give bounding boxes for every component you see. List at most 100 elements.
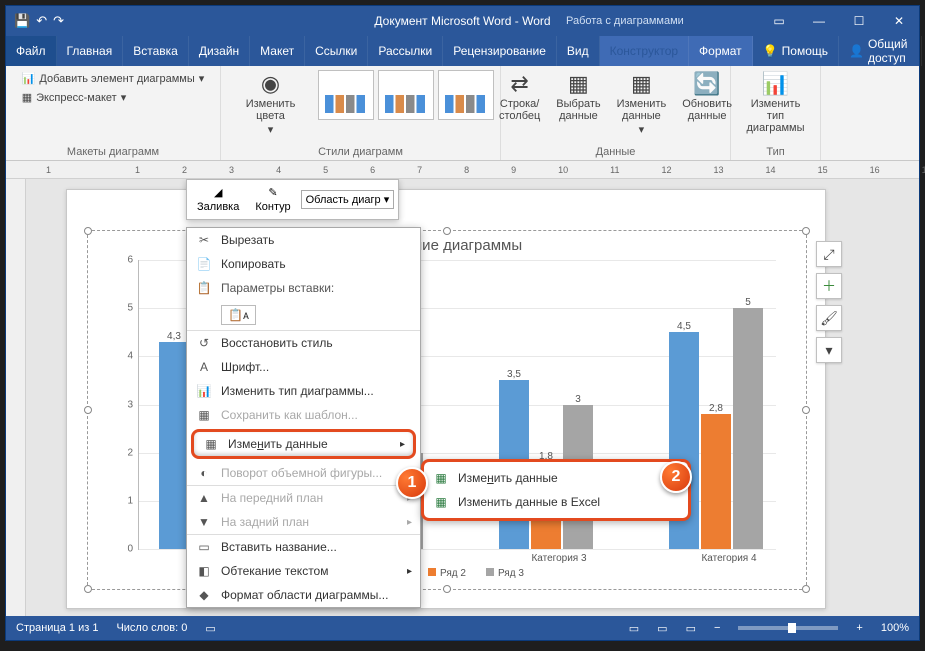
resize-handle[interactable] <box>443 227 451 235</box>
tab-insert[interactable]: Вставка <box>123 36 189 66</box>
view-web-icon[interactable]: ▭ <box>686 622 696 635</box>
menu-save-template: ▦Сохранить как шаблон... <box>187 403 420 427</box>
refresh-icon: 🔄 <box>693 72 720 96</box>
tab-review[interactable]: Рецензирование <box>443 36 557 66</box>
menu-bring-front: ▲На передний план▸ <box>187 486 420 510</box>
resize-handle[interactable] <box>802 406 810 414</box>
chart-style-thumb[interactable] <box>318 70 374 120</box>
horizontal-ruler[interactable]: 11234567891011121314151617 <box>6 161 919 179</box>
outline-button[interactable]: ✎Контур <box>249 184 296 215</box>
tab-design[interactable]: Дизайн <box>189 36 250 66</box>
page: Название диаграммы 01234564,32,42Категор… <box>66 189 826 609</box>
group-label-type: Тип <box>766 144 784 158</box>
tab-references[interactable]: Ссылки <box>305 36 368 66</box>
zoom-slider[interactable] <box>738 626 838 630</box>
resize-handle[interactable] <box>84 406 92 414</box>
paste-option-icon[interactable]: 📋ᴀ <box>221 305 256 325</box>
menu-cut[interactable]: ✂Вырезать <box>187 228 420 252</box>
chart-type-icon: 📊 <box>762 72 789 96</box>
cut-icon: ✂ <box>195 233 213 247</box>
chart-styles-icon[interactable]: 🖌 <box>816 305 842 331</box>
resize-handle[interactable] <box>84 585 92 593</box>
chevron-right-icon: ▸ <box>400 439 405 450</box>
tab-mailings[interactable]: Рассылки <box>368 36 443 66</box>
add-chart-element-button[interactable]: 📊Добавить элемент диаграммы▾ <box>18 70 209 87</box>
tab-help[interactable]: 💡Помощь <box>753 36 839 66</box>
select-data-button[interactable]: ▦Выбрать данные <box>550 70 606 124</box>
menu-text-wrap[interactable]: ◧Обтекание текстом▸ <box>187 559 420 583</box>
chart-filters-icon[interactable]: ▾ <box>816 337 842 363</box>
zoom-level[interactable]: 100% <box>881 622 909 634</box>
view-read-icon[interactable]: ▭ <box>629 622 639 635</box>
paste-icon: 📋 <box>195 281 213 295</box>
chart-type-icon: 📊 <box>195 384 213 398</box>
edit-data-icon: ▦ <box>202 437 220 451</box>
redo-icon[interactable]: ↷ <box>53 13 64 29</box>
submenu-edit-data[interactable]: ▦Изменить данные <box>424 466 688 490</box>
edit-data-submenu: ▦Изменить данные ▦Изменить данные в Exce… <box>421 459 691 521</box>
ribbon-options-icon[interactable]: ▭ <box>759 6 799 36</box>
zoom-out-icon[interactable]: − <box>714 622 720 634</box>
menu-paste-options-label: 📋Параметры вставки: <box>187 276 420 300</box>
save-icon[interactable]: 💾 <box>14 13 30 29</box>
tab-format[interactable]: Формат <box>689 36 753 66</box>
tab-view[interactable]: Вид <box>557 36 600 66</box>
quick-layout-button[interactable]: ▦Экспресс-макет▾ <box>18 89 131 106</box>
tab-layout[interactable]: Макет <box>250 36 305 66</box>
undo-icon[interactable]: ↶ <box>36 13 47 29</box>
status-language-icon[interactable]: ▭ <box>205 622 215 635</box>
lightbulb-icon: 💡 <box>763 44 778 58</box>
minimize-icon[interactable]: — <box>799 6 839 36</box>
document-area: Название диаграммы 01234564,32,42Категор… <box>6 179 919 616</box>
menu-change-chart-type[interactable]: 📊Изменить тип диаграммы... <box>187 379 420 403</box>
resize-handle[interactable] <box>84 227 92 235</box>
tab-file[interactable]: Файл <box>6 36 57 66</box>
group-label-data: Данные <box>596 144 636 158</box>
tab-constructor[interactable]: Конструктор <box>600 36 689 66</box>
chart-style-thumb[interactable] <box>378 70 434 120</box>
status-word-count[interactable]: Число слов: 0 <box>116 622 187 634</box>
outline-icon: ✎ <box>268 186 277 199</box>
edit-data-icon: ▦ <box>631 72 652 96</box>
maximize-icon[interactable]: ☐ <box>839 6 879 36</box>
context-menu: ✂Вырезать 📄Копировать 📋Параметры вставки… <box>186 227 421 608</box>
chart-styles-gallery[interactable] <box>318 70 494 120</box>
menu-font[interactable]: AШрифт... <box>187 355 420 379</box>
refresh-data-button[interactable]: 🔄Обновить данные <box>676 70 738 124</box>
edit-data-button[interactable]: ▦Изменить данные▾ <box>611 70 673 138</box>
rotate-3d-icon: ◐ <box>195 466 213 480</box>
menu-edit-data[interactable]: ▦Изменить данные▸ <box>191 429 416 459</box>
resize-handle[interactable] <box>802 227 810 235</box>
share-button[interactable]: 👤Общий доступ <box>839 36 922 66</box>
menu-format-chart-area[interactable]: ◆Формат области диаграммы... <box>187 583 420 607</box>
vertical-ruler[interactable] <box>6 179 26 616</box>
change-chart-type-button[interactable]: 📊Изменить тип диаграммы <box>737 70 814 136</box>
chart-style-thumb[interactable] <box>438 70 494 120</box>
chart-elements-icon[interactable]: ＋ <box>816 273 842 299</box>
menu-insert-caption[interactable]: ▭Вставить название... <box>187 535 420 559</box>
chart-area-combo[interactable]: Область диагр ▾ <box>301 190 395 209</box>
layout-icon: ▦ <box>22 91 32 104</box>
menu-copy[interactable]: 📄Копировать <box>187 252 420 276</box>
status-page[interactable]: Страница 1 из 1 <box>16 622 98 634</box>
view-print-icon[interactable]: ▭ <box>657 622 667 635</box>
close-icon[interactable]: ✕ <box>879 6 919 36</box>
change-colors-button[interactable]: ◉ Изменить цвета▾ <box>227 70 314 138</box>
tab-home[interactable]: Главная <box>57 36 124 66</box>
menu-reset-style[interactable]: ↺Восстановить стиль <box>187 331 420 355</box>
group-label-layouts: Макеты диаграмм <box>67 144 159 158</box>
menu-paste-option[interactable]: 📋ᴀ <box>187 300 420 330</box>
status-bar: Страница 1 из 1 Число слов: 0 ▭ ▭ ▭ ▭ − … <box>6 616 919 640</box>
menu-rotate-3d: ◐Поворот объемной фигуры... <box>187 461 420 485</box>
fill-button[interactable]: ◢Заливка <box>191 184 245 215</box>
zoom-in-icon[interactable]: + <box>856 622 862 634</box>
submenu-edit-data-excel[interactable]: ▦Изменить данные в Excel <box>424 490 688 514</box>
font-icon: A <box>195 360 213 374</box>
switch-row-column-button[interactable]: ⇄Строка/столбец <box>493 70 546 124</box>
resize-handle[interactable] <box>802 585 810 593</box>
copy-icon: 📄 <box>195 257 213 271</box>
window-title: Документ Microsoft Word - Word <box>374 14 550 28</box>
resize-handle[interactable] <box>443 585 451 593</box>
share-icon: 👤 <box>849 44 864 58</box>
layout-options-icon[interactable]: ⤢ <box>816 241 842 267</box>
